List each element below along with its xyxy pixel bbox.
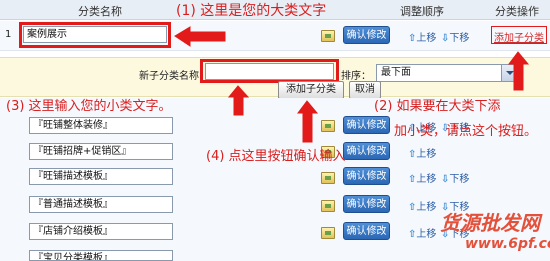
- arrow-2: [508, 51, 530, 91]
- watermark-url: www.6pf.com: [465, 236, 550, 252]
- arrow-3: [227, 85, 250, 116]
- annotation-2-line2: 加小类，请点这个按钮。: [394, 124, 538, 139]
- annotation-4: (4) 点这里按钮确认输入: [206, 149, 346, 164]
- arrow-1: [174, 26, 226, 47]
- annotation-2-line1: (2) 如果要在大类下添: [374, 99, 501, 114]
- annotation-3: (3) 这里输入您的小类文字。: [6, 99, 172, 114]
- arrow-4: [297, 100, 319, 143]
- annotation-1: (1) 这里是您的大类文字: [176, 3, 327, 19]
- watermark-text: 货源批发网: [440, 211, 540, 235]
